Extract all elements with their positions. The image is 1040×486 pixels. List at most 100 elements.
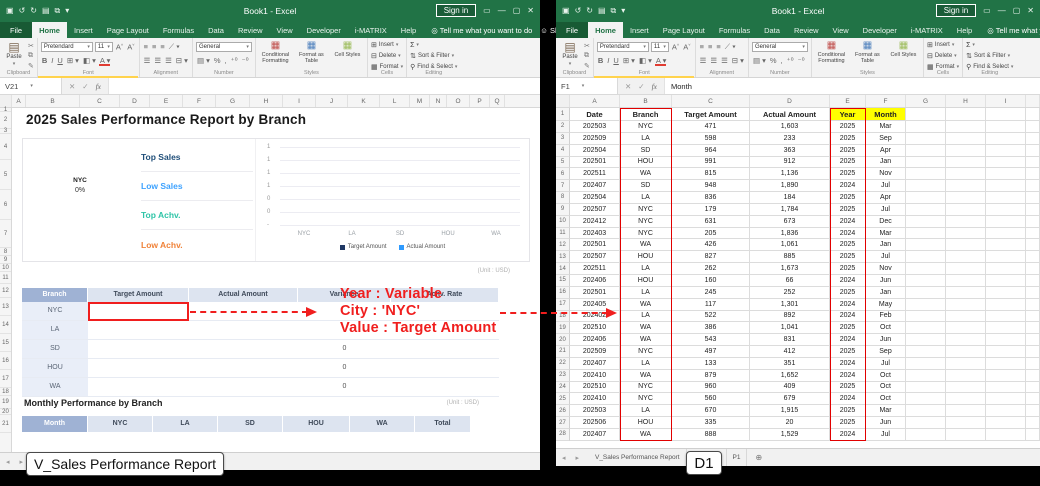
increase-decimal-icon[interactable]: ⁺⁰ — [786, 56, 795, 65]
row-header-7[interactable]: 7 — [0, 220, 11, 248]
cell[interactable]: 386 — [672, 322, 750, 334]
cell[interactable] — [1026, 251, 1040, 263]
cell[interactable] — [906, 382, 946, 394]
cell[interactable]: 233 — [750, 133, 830, 145]
comma-style-icon[interactable]: , — [224, 56, 228, 65]
orientation-icon[interactable]: ⟋ ▾ — [168, 42, 181, 52]
cell[interactable]: 202405 — [570, 299, 620, 311]
cell[interactable] — [906, 322, 946, 334]
cell[interactable] — [1026, 239, 1040, 251]
table-cell[interactable] — [189, 378, 298, 396]
table-cell[interactable] — [391, 302, 499, 320]
font-name-select[interactable]: Pretendard▾ — [597, 42, 649, 52]
row-header-11[interactable]: 11 — [0, 272, 11, 284]
row-header-23[interactable]: 23 — [556, 370, 570, 382]
cell[interactable] — [1026, 168, 1040, 180]
cell[interactable]: 991 — [672, 157, 750, 169]
cell[interactable] — [986, 133, 1026, 145]
cell[interactable]: 184 — [750, 192, 830, 204]
cell[interactable]: 670 — [672, 405, 750, 417]
cell[interactable]: 885 — [750, 251, 830, 263]
cell[interactable] — [946, 157, 986, 169]
cell[interactable] — [986, 216, 1026, 228]
column-header-O[interactable]: O — [447, 95, 470, 107]
save-icon[interactable]: ▣ — [6, 6, 14, 15]
shrink-font-icon[interactable]: A˅ — [126, 42, 135, 52]
sort-filter-button[interactable]: ⇅Sort & Filter▾ — [966, 51, 1013, 61]
close-button[interactable]: ✕ — [1027, 6, 1034, 15]
cell[interactable]: Mar — [866, 405, 906, 417]
cell[interactable] — [1026, 322, 1040, 334]
format-painter-icon[interactable]: ✎ — [584, 62, 590, 70]
cell[interactable] — [946, 204, 986, 216]
close-button[interactable]: ✕ — [527, 6, 534, 15]
ribbon-tab-developer[interactable]: Developer — [300, 22, 348, 38]
cell[interactable]: 202501 — [570, 287, 620, 299]
cell[interactable]: 831 — [750, 334, 830, 346]
sort-filter-button[interactable]: ⇅Sort & Filter▾ — [410, 51, 457, 61]
row-header-4[interactable]: 4 — [556, 145, 570, 157]
cell[interactable] — [986, 346, 1026, 358]
formula-input[interactable]: Month — [665, 78, 1040, 94]
cell[interactable] — [946, 429, 986, 441]
cell[interactable] — [986, 429, 1026, 441]
table-cell[interactable] — [189, 340, 298, 358]
row-header-7[interactable]: 7 — [556, 180, 570, 192]
cell[interactable]: 1,890 — [750, 180, 830, 192]
ribbon-tab-home[interactable]: Home — [32, 22, 67, 38]
borders-icon[interactable]: ⊞ ▾ — [66, 56, 80, 65]
row-header-12[interactable]: 12 — [556, 239, 570, 251]
sheet-tab-callout[interactable]: D1 — [686, 451, 722, 475]
cell[interactable] — [1026, 382, 1040, 394]
cell[interactable]: Jul — [866, 429, 906, 441]
comma-style-icon[interactable]: , — [780, 56, 784, 65]
column-header-M[interactable]: M — [410, 95, 430, 107]
row-header-21[interactable]: 21 — [0, 415, 11, 433]
table-cell[interactable] — [298, 302, 391, 320]
cell[interactable] — [946, 370, 986, 382]
cell[interactable] — [1026, 108, 1040, 121]
paste-button[interactable]: ▤ Paste▾ — [3, 40, 25, 67]
cell[interactable] — [1026, 393, 1040, 405]
sheet-tab-report[interactable]: V_Sales Performance Report — [589, 449, 687, 466]
cell[interactable] — [986, 157, 1026, 169]
align-right-icon[interactable]: ☰ — [720, 56, 729, 65]
cell[interactable] — [906, 311, 946, 323]
cell[interactable] — [986, 287, 1026, 299]
align-middle-icon[interactable]: ≡ — [707, 42, 713, 51]
row-header-14[interactable]: 14 — [556, 263, 570, 275]
row-header-17[interactable]: 17 — [556, 299, 570, 311]
minimize-button[interactable]: — — [498, 6, 506, 15]
cell[interactable]: 673 — [750, 216, 830, 228]
cell[interactable] — [906, 108, 946, 121]
sign-in-button[interactable]: Sign in — [436, 4, 476, 17]
italic-button[interactable]: I — [50, 56, 54, 65]
table-cell[interactable] — [391, 321, 499, 339]
row-header-5[interactable]: 5 — [0, 160, 11, 190]
column-header-D[interactable]: D — [120, 95, 150, 107]
cell[interactable]: 202511 — [570, 168, 620, 180]
cell[interactable]: Mar — [866, 228, 906, 240]
sign-in-button[interactable]: Sign in — [936, 4, 976, 17]
cell[interactable] — [986, 299, 1026, 311]
column-header-L[interactable]: L — [380, 95, 410, 107]
column-header-N[interactable]: N — [430, 95, 447, 107]
cell[interactable]: 202406 — [570, 334, 620, 346]
cell[interactable] — [906, 157, 946, 169]
cell[interactable]: Jun — [866, 334, 906, 346]
ribbon-tab-review[interactable]: Review — [787, 22, 826, 38]
cell[interactable] — [986, 311, 1026, 323]
cell[interactable] — [946, 121, 986, 133]
cell[interactable] — [1026, 121, 1040, 133]
cell[interactable] — [946, 405, 986, 417]
format-painter-icon[interactable]: ✎ — [28, 62, 34, 70]
cell[interactable]: 543 — [672, 334, 750, 346]
align-top-icon[interactable]: ≡ — [143, 42, 149, 51]
cell[interactable]: 160 — [672, 275, 750, 287]
cell[interactable] — [946, 382, 986, 394]
cell[interactable]: 1,915 — [750, 405, 830, 417]
cancel-icon[interactable]: ✕ — [625, 82, 631, 91]
table-cell[interactable] — [88, 359, 189, 377]
cell[interactable] — [986, 204, 1026, 216]
cell[interactable] — [1026, 299, 1040, 311]
